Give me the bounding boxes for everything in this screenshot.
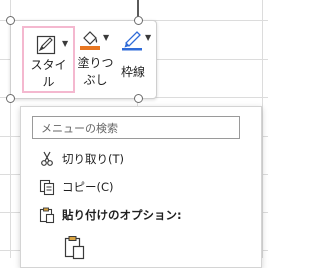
style-label: スタイ: [30, 58, 67, 72]
paint-bucket-icon: [80, 31, 100, 50]
style-label: ル: [42, 75, 55, 89]
mini-toolbar: ▼ スタイ ル ▼ 塗りつ ぶし ▼ 枠線: [10, 20, 157, 99]
paste-option-button[interactable]: [59, 231, 89, 261]
menu-item-cut[interactable]: 切り取り(T): [21, 147, 259, 171]
scissors-icon: [41, 151, 53, 166]
border-button[interactable]: ▼ 枠線: [118, 25, 154, 93]
resize-handle[interactable]: [134, 16, 143, 25]
menu-item-label: 切り取り(T): [62, 152, 124, 166]
chevron-down-icon: ▼: [103, 33, 110, 42]
menu-item-copy[interactable]: コピー(C): [21, 175, 259, 199]
border-label: 枠線: [120, 65, 145, 79]
resize-handle[interactable]: [6, 16, 15, 25]
chevron-down-icon: ▼: [62, 39, 69, 48]
chevron-down-icon: ▼: [145, 33, 152, 42]
paste-icon: [64, 236, 85, 260]
menu-section-label: 貼り付けのオプション:: [62, 208, 182, 222]
context-menu: 切り取り(T) コピー(C) 貼り付けのオプション:: [20, 106, 262, 268]
fill-color-button[interactable]: ▼ 塗りつ ぶし: [77, 25, 114, 93]
resize-handle[interactable]: [134, 94, 143, 103]
fill-color-label: ぶし: [83, 73, 108, 87]
border-pen-icon: [122, 31, 142, 51]
resize-handle[interactable]: [6, 94, 15, 103]
paste-icon: [39, 207, 55, 224]
menu-item-paste-options: 貼り付けのオプション:: [21, 203, 259, 227]
copy-icon: [39, 179, 55, 196]
fill-color-label: 塗りつ: [77, 56, 114, 70]
menu-search-box: [32, 116, 240, 139]
menu-item-label: コピー(C): [62, 180, 114, 194]
menu-search-input[interactable]: [33, 118, 231, 139]
pen-icon: [36, 35, 56, 55]
style-button[interactable]: ▼ スタイ ル: [22, 26, 75, 93]
